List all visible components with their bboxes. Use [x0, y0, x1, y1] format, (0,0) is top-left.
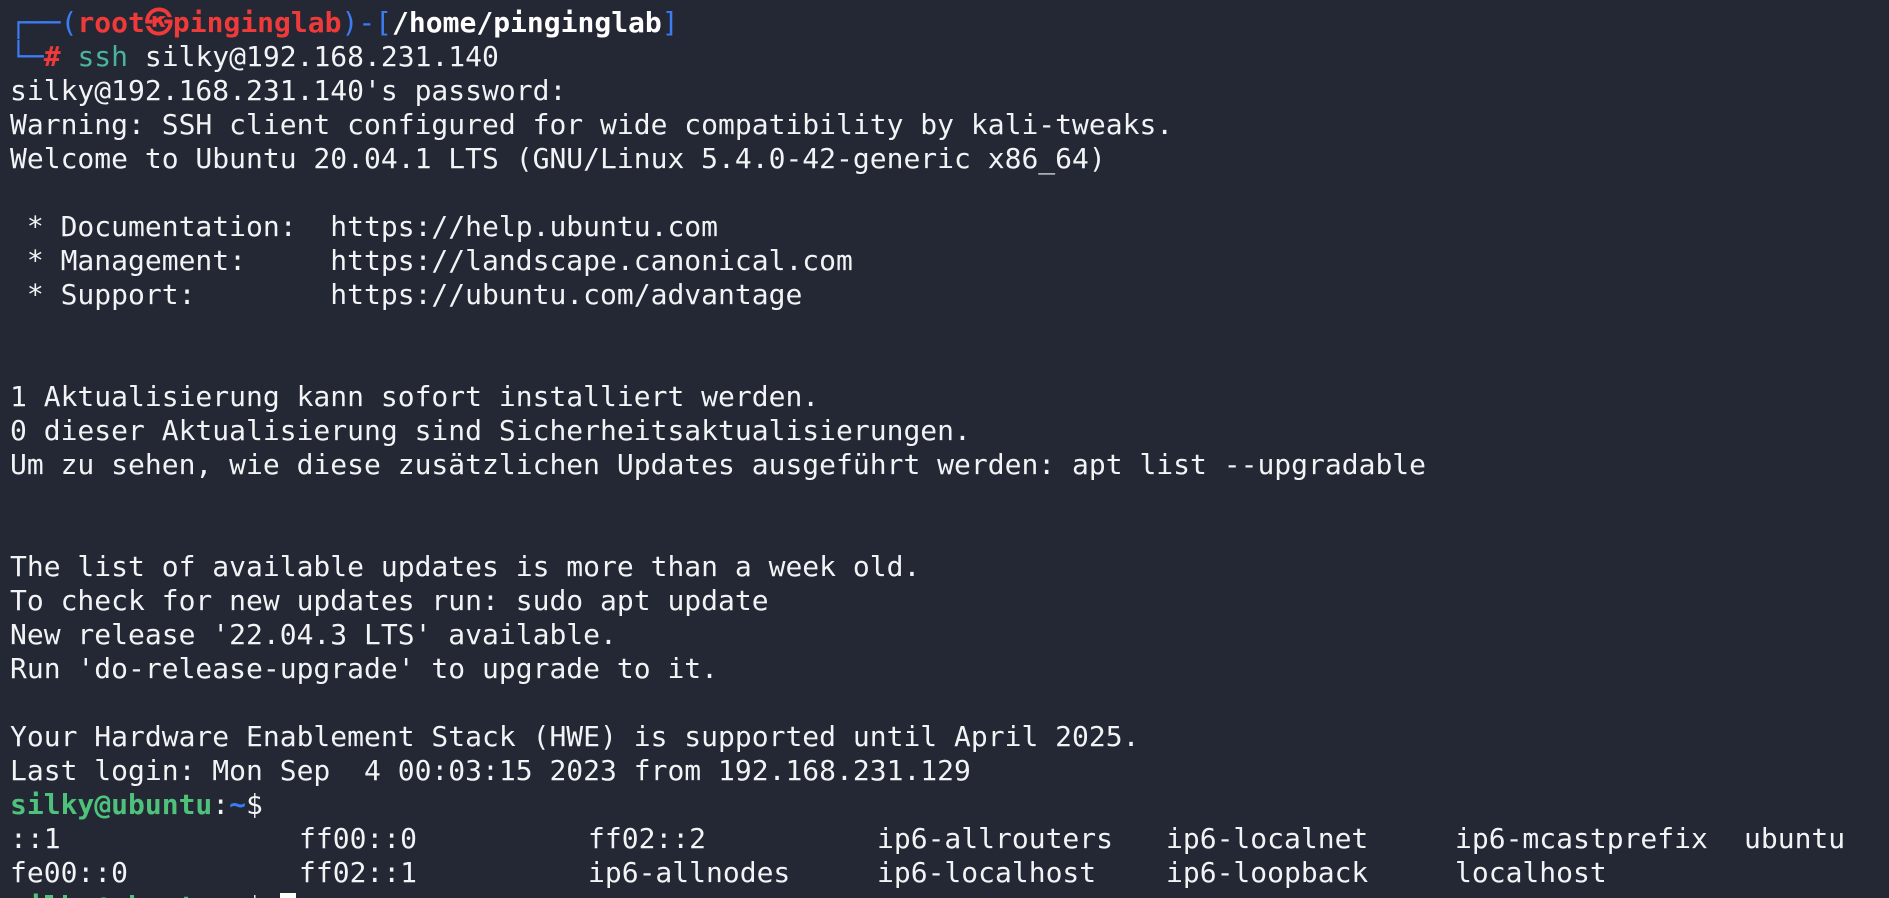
- completion-item: ::1: [10, 822, 61, 855]
- prompt-mid: )-[: [341, 6, 393, 39]
- completion-row: fe00::0 ff02::1 ip6-allnodes ip6-localho…: [10, 856, 1889, 890]
- completion-item: ip6-loopback: [1166, 856, 1369, 889]
- completion-row: ::1 ff00::0 ff02::2 ip6-allrouters ip6-l…: [10, 822, 1889, 856]
- completion-item: ip6-mcastprefix: [1455, 822, 1708, 855]
- terminal-output: ┌──(root㉿pinginglab)-[/home/pinginglab] …: [10, 6, 1889, 898]
- completion-item: ff02::1: [299, 856, 418, 889]
- output-line: Run 'do-release-upgrade' to upgrade to i…: [10, 652, 719, 685]
- command-args: silky@192.168.231.140: [128, 40, 499, 73]
- active-user-host: silky@ubuntu: [10, 890, 212, 898]
- completion-item: ff02::2: [588, 822, 707, 855]
- output-line: 0 dieser Aktualisierung sind Sicherheits…: [10, 414, 971, 447]
- prompt-host: pinginglab: [172, 6, 342, 39]
- prompt-skull-icon: ㉿: [144, 6, 173, 39]
- active-dollar: $: [246, 890, 263, 898]
- output-line: Warning: SSH client configured for wide …: [10, 108, 1174, 141]
- command-name: ssh: [77, 40, 129, 73]
- remote-path: ~: [229, 788, 247, 821]
- output-line: silky@192.168.231.140's password:: [10, 74, 567, 107]
- output-line: To check for new updates run: sudo apt u…: [10, 584, 769, 617]
- completion-item: ip6-localhost: [877, 856, 1097, 889]
- completion-item: ip6-localnet: [1166, 822, 1369, 855]
- terminal-window[interactable]: ┌──(root㉿pinginglab)-[/home/pinginglab] …: [0, 0, 1889, 898]
- output-line: Your Hardware Enablement Stack (HWE) is …: [10, 720, 1140, 753]
- completion-item: fe00::0: [10, 856, 129, 889]
- remote-prompt-line: silky@ubuntu:~$: [10, 788, 1889, 822]
- output-line: 1 Aktualisierung kann sofort installiert…: [10, 380, 820, 413]
- remote-colon: :: [212, 788, 230, 821]
- active-prompt-line[interactable]: silky@ubuntu:~$: [10, 890, 1889, 898]
- output-line: * Documentation: https://help.ubuntu.com: [10, 210, 719, 243]
- output-line: Welcome to Ubuntu 20.04.1 LTS (GNU/Linux…: [10, 142, 1106, 175]
- remote-dollar: $: [246, 788, 263, 821]
- prompt-corner-top: ┌──(: [10, 6, 78, 39]
- remote-user-host: silky@ubuntu: [10, 788, 213, 821]
- text-cursor[interactable]: [279, 893, 296, 898]
- output-line: The list of available updates is more th…: [10, 550, 921, 583]
- completion-item: ff00::0: [299, 822, 418, 855]
- output-line: * Support: https://ubuntu.com/advantage: [10, 278, 803, 311]
- completion-item: ip6-allrouters: [877, 822, 1114, 855]
- active-path: ~: [229, 890, 246, 898]
- output-line: New release '22.04.3 LTS' available.: [10, 618, 617, 651]
- output-line: Last login: Mon Sep 4 00:03:15 2023 from…: [10, 754, 971, 787]
- command-line: └─# ssh silky@192.168.231.140: [10, 40, 1889, 74]
- prompt-hash: #: [43, 40, 61, 73]
- output-line: * Management: https://landscape.canonica…: [10, 244, 853, 277]
- output-line: Um zu sehen, wie diese zusätzlichen Upda…: [10, 448, 1427, 481]
- completion-item: ip6-allnodes: [588, 856, 791, 889]
- prompt-close: ]: [661, 6, 679, 39]
- prompt-corner-bottom: └─: [10, 40, 44, 73]
- prompt-header-line: ┌──(root㉿pinginglab)-[/home/pinginglab]: [10, 6, 1889, 40]
- completion-item: ubuntu: [1744, 822, 1846, 855]
- active-colon: :: [212, 890, 229, 898]
- prompt-cwd: /home/pinginglab: [392, 6, 662, 39]
- completion-item: localhost: [1455, 856, 1607, 889]
- prompt-user: root: [77, 6, 145, 39]
